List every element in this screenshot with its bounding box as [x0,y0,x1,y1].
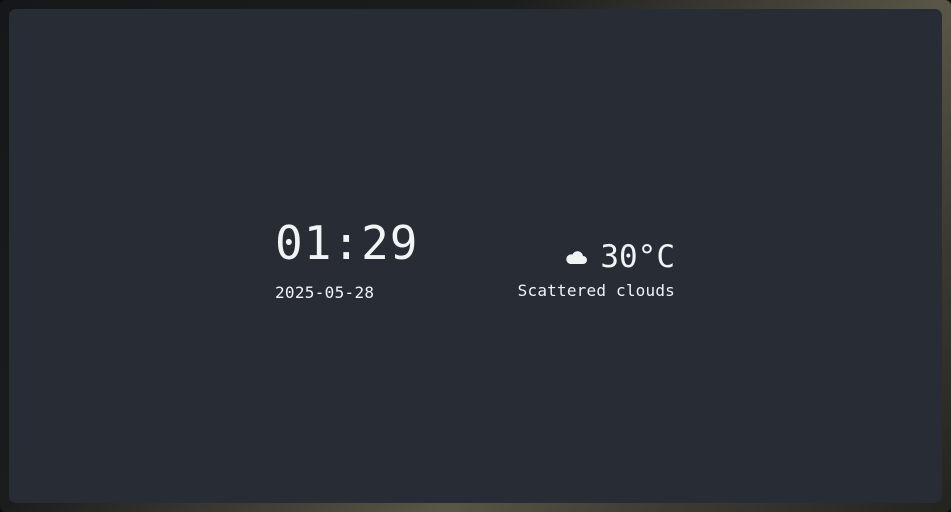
screen-frame: 01:29 2025-05-28 30°C Scattered clouds [0,0,951,512]
weather-widget: 30°C Scattered clouds [518,239,675,301]
clock-date: 2025-05-28 [275,283,375,302]
clock-widget: 01:29 2025-05-28 [275,218,418,303]
weather-description: Scattered clouds [517,281,675,300]
weather-temperature: 30°C [600,239,675,275]
weather-summary: 30°C [518,239,675,275]
cloud-icon [566,251,588,264]
dashboard-panel: 01:29 2025-05-28 30°C Scattered clouds [9,9,942,503]
clock-time: 01:29 [275,216,419,270]
